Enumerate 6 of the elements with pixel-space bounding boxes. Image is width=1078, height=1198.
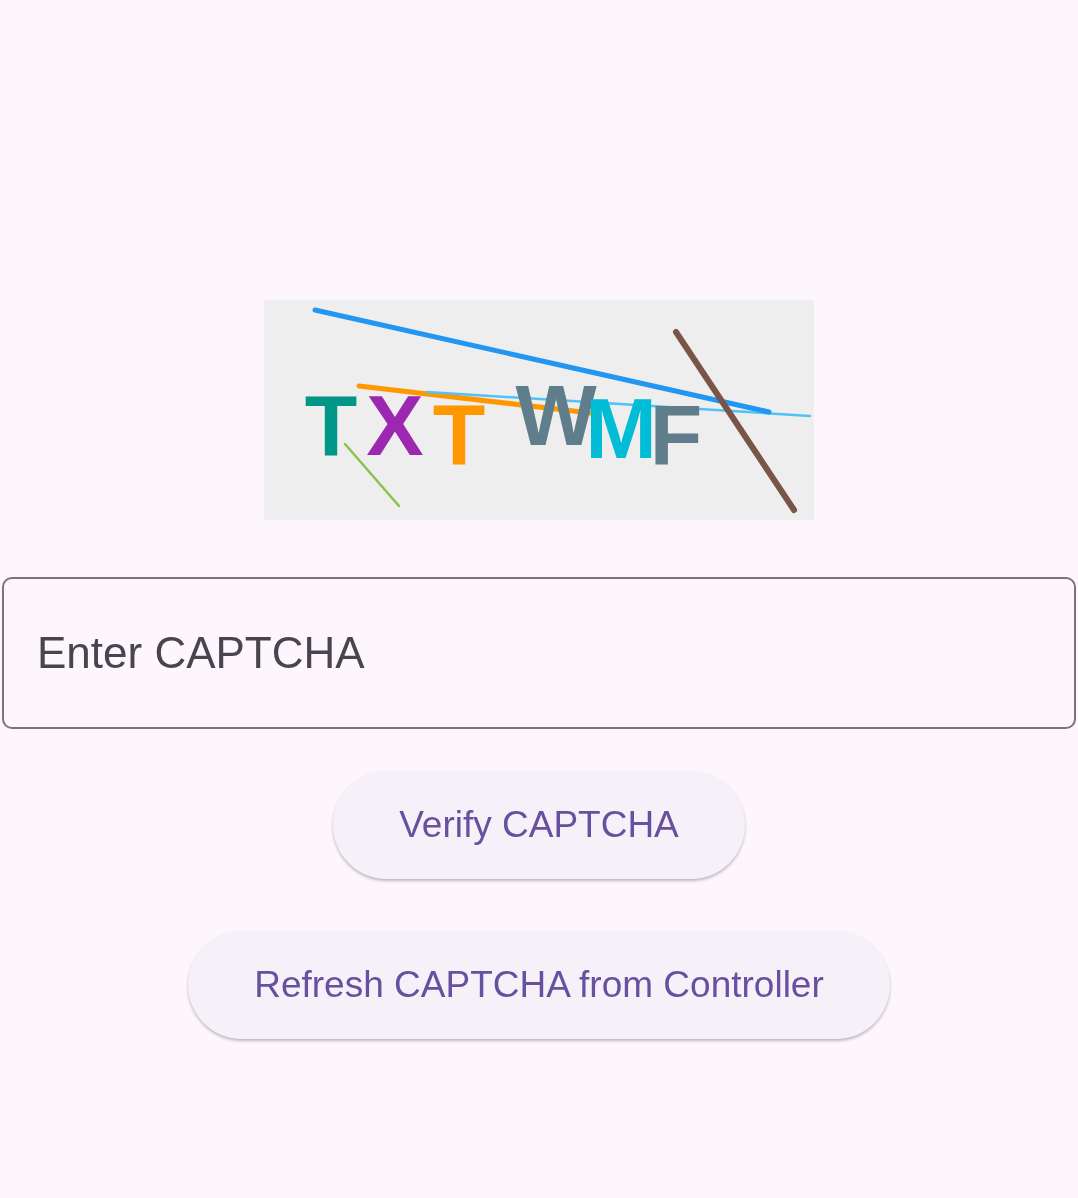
- captcha-character: T: [432, 386, 486, 482]
- captcha-character: X: [366, 377, 424, 473]
- verify-button[interactable]: Verify CAPTCHA: [333, 771, 745, 879]
- refresh-button[interactable]: Refresh CAPTCHA from Controller: [188, 931, 890, 1039]
- captcha-input-field[interactable]: Enter CAPTCHA: [2, 577, 1076, 729]
- captcha-character: T: [304, 377, 358, 473]
